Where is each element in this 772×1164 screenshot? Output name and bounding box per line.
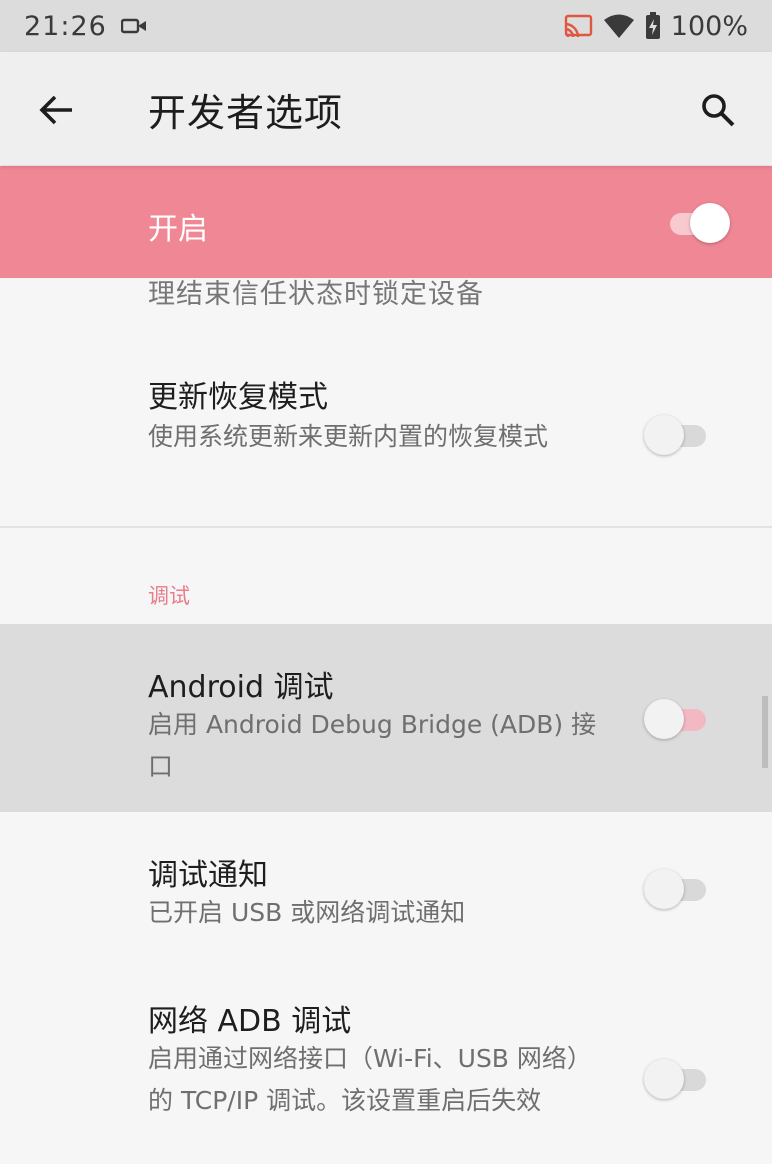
android-debugging-toggle[interactable] bbox=[644, 698, 710, 739]
battery-icon bbox=[645, 12, 660, 39]
toggle-thumb bbox=[644, 699, 684, 739]
item-summary: 启用通过网络接口（Wi-Fi、USB 网络）的 TCP/IP 调试。该设置重启后… bbox=[148, 1044, 592, 1115]
item-summary: 已开启 USB 或网络调试通知 bbox=[148, 898, 466, 927]
developer-options-screen: 21:26 100% 开发者选项 开启 理结束信任状态时锁定设备 更新恢复模式 … bbox=[0, 0, 772, 1164]
list-item-android-debugging[interactable]: Android 调试 启用 Android Debug Bridge (ADB)… bbox=[0, 624, 772, 812]
back-button[interactable] bbox=[34, 88, 78, 132]
master-switch-bar[interactable]: 开启 bbox=[0, 166, 772, 278]
item-title: 网络 ADB 调试 bbox=[148, 1004, 352, 1039]
divider bbox=[0, 526, 772, 528]
settings-list: 理结束信任状态时锁定设备 更新恢复模式 使用系统更新来更新内置的恢复模式 调试 … bbox=[0, 278, 772, 1164]
arrow-back-icon bbox=[39, 95, 72, 125]
item-summary: 启用 Android Debug Bridge (ADB) 接口 bbox=[148, 710, 597, 781]
toggle-thumb bbox=[644, 869, 684, 909]
list-item-network-adb[interactable]: 网络 ADB 调试 启用通过网络接口（Wi-Fi、USB 网络）的 TCP/IP… bbox=[0, 972, 772, 1164]
scrollbar[interactable] bbox=[762, 696, 768, 768]
app-bar: 开发者选项 bbox=[0, 52, 772, 165]
toggle-thumb bbox=[644, 415, 684, 455]
status-bar: 21:26 100% bbox=[0, 0, 772, 52]
item-summary: 使用系统更新来更新内置的恢复模式 bbox=[148, 422, 549, 451]
section-header-debug: 调试 bbox=[148, 584, 190, 608]
toggle-thumb bbox=[644, 1059, 684, 1099]
debug-notification-toggle[interactable] bbox=[644, 868, 710, 909]
screen-record-icon bbox=[120, 18, 146, 34]
battery-percentage: 100% bbox=[670, 10, 748, 42]
update-recovery-toggle[interactable] bbox=[644, 414, 710, 455]
list-item-debug-notification[interactable]: 调试通知 已开启 USB 或网络调试通知 bbox=[0, 812, 772, 972]
list-item-update-recovery[interactable]: 更新恢复模式 使用系统更新来更新内置的恢复模式 bbox=[0, 358, 772, 528]
item-title: Android 调试 bbox=[148, 670, 334, 705]
page-title: 开发者选项 bbox=[148, 91, 344, 135]
item-title: 更新恢复模式 bbox=[148, 380, 328, 415]
status-icons: 100% bbox=[563, 11, 748, 42]
master-switch-label: 开启 bbox=[148, 212, 208, 247]
network-adb-toggle[interactable] bbox=[644, 1058, 710, 1099]
toggle-thumb bbox=[690, 203, 730, 243]
search-button[interactable] bbox=[694, 86, 742, 134]
status-time: 21:26 bbox=[24, 10, 107, 42]
item-title: 调试通知 bbox=[148, 858, 268, 893]
search-icon bbox=[702, 94, 735, 127]
wifi-icon bbox=[603, 14, 634, 38]
master-toggle[interactable] bbox=[664, 202, 730, 243]
cast-icon bbox=[564, 14, 592, 38]
